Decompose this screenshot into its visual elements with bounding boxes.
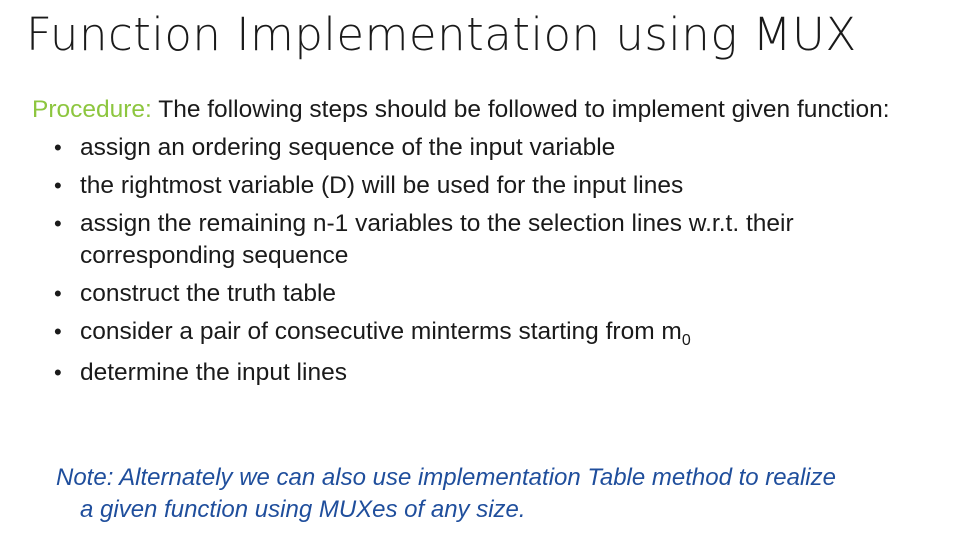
bullet-icon: • [54,173,62,198]
slide: Function Implementation using MUX Proced… [0,0,972,545]
step-item: • assign an ordering sequence of the inp… [54,132,932,164]
step-text: determine the input lines [80,359,347,386]
procedure-steps: • assign an ordering sequence of the inp… [32,132,932,389]
bullet-icon: • [54,281,62,306]
slide-content: Procedure: The following steps should be… [32,94,932,395]
bullet-icon: • [54,319,62,344]
bullet-icon: • [54,135,62,160]
procedure-label: Procedure: [32,96,152,123]
step-item: • assign the remaining n-1 variables to … [54,208,932,272]
note-line-1: Note: Alternately we can also use implem… [56,464,836,491]
bullet-icon: • [54,360,62,385]
step-item: • construct the truth table [54,278,932,310]
step-text: assign an ordering sequence of the input… [80,134,616,161]
note-line-2: a given function using MUXes of any size… [80,496,526,523]
step-text: the rightmost variable (D) will be used … [80,172,684,199]
slide-title: Function Implementation using MUX [26,8,857,61]
step-item: • the rightmost variable (D) will be use… [54,170,932,202]
note: Note: Alternately we can also use implem… [56,462,946,526]
bullet-icon: • [54,211,62,236]
procedure-intro: Procedure: The following steps should be… [32,94,932,126]
procedure-text: The following steps should be followed t… [151,96,890,123]
step-item: • consider a pair of consecutive minterm… [54,316,932,351]
step-text: assign the remaining n-1 variables to th… [80,210,794,269]
step-text: consider a pair of consecutive minterms … [80,318,682,345]
step-text: construct the truth table [80,280,337,307]
minterm-subscript: 0 [681,332,691,349]
step-item: • determine the input lines [54,357,932,389]
